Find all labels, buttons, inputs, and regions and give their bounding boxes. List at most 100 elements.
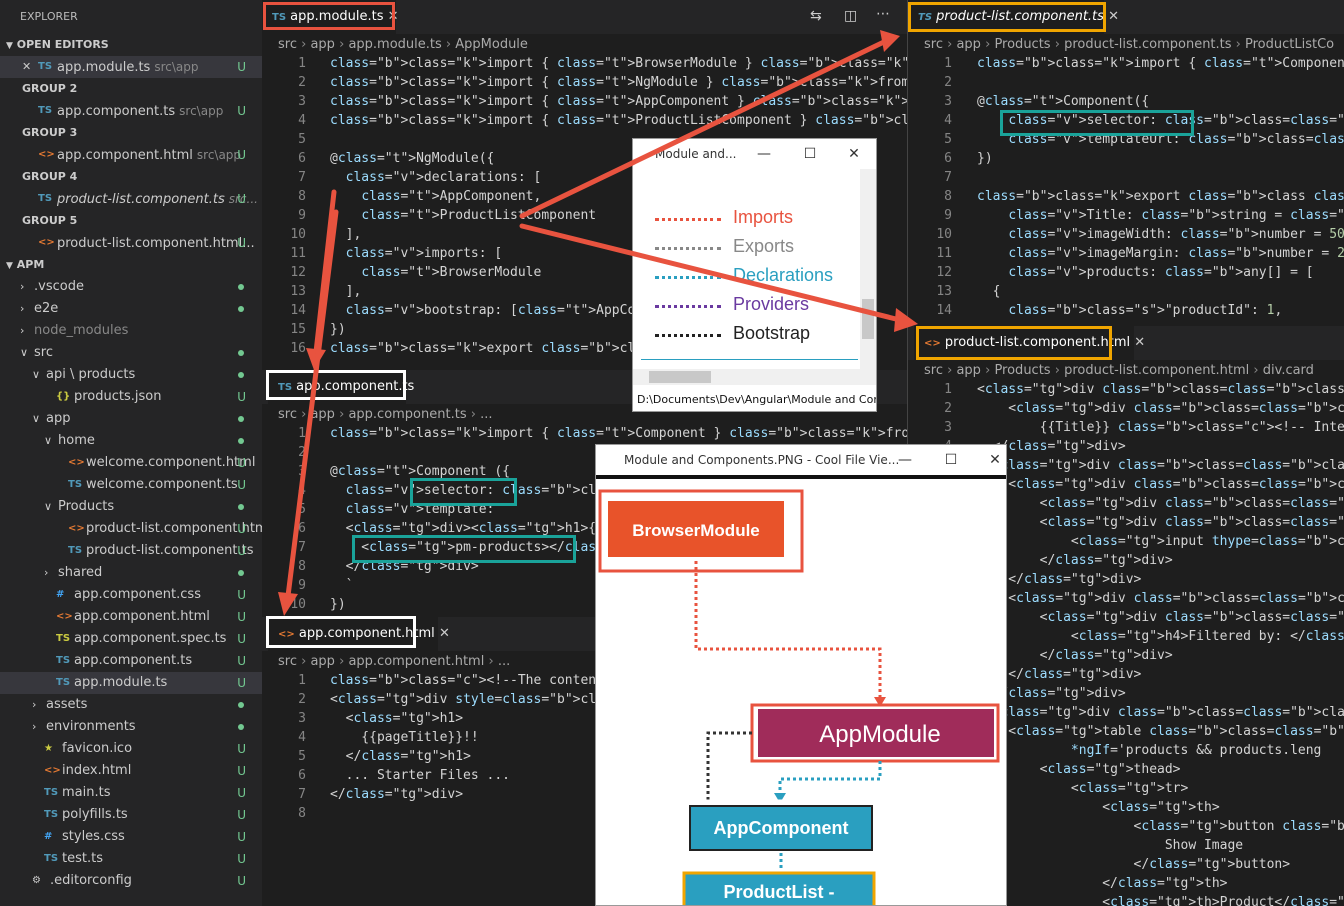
open-editor-item[interactable]: TS app.component.ts src\app U xyxy=(0,100,262,122)
line-number: 6 xyxy=(298,768,306,783)
minimize-button[interactable]: — xyxy=(741,139,787,169)
split-editor-icon[interactable]: ◫ xyxy=(844,8,857,24)
highlight-app-component-tab xyxy=(266,370,406,400)
close-button[interactable]: ✕ xyxy=(831,139,876,169)
file-item[interactable]: # styles.css U xyxy=(0,826,262,848)
folder-item[interactable]: › .vscode xyxy=(0,276,262,298)
breadcrumb-item[interactable]: src xyxy=(278,654,297,669)
code-line: </class="tg">div> xyxy=(330,787,464,802)
breadcrumb-item[interactable]: src xyxy=(278,37,297,52)
file-item[interactable]: TS product-list.component.ts U xyxy=(0,540,262,562)
breadcrumb-item[interactable]: app xyxy=(310,37,334,52)
code-line: class="b">class="k">import { class="t">C… xyxy=(330,426,907,441)
open-editor-item[interactable]: <> app.component.html src\app U xyxy=(0,144,262,166)
compare-icon[interactable]: ⇆ xyxy=(810,8,822,24)
breadcrumb-item[interactable]: Products xyxy=(994,363,1050,378)
breadcrumb-item[interactable]: AppModule xyxy=(455,37,528,52)
highlight-product-list-html-tab xyxy=(916,326,1112,360)
code-line: class="b">class="k">import { class="t">C… xyxy=(977,56,1344,71)
breadcrumb-item[interactable]: src xyxy=(924,363,943,378)
highlight-app-module-tab xyxy=(263,2,395,30)
folder-item[interactable]: › shared xyxy=(0,562,262,584)
file-item[interactable]: TS welcome.component.ts U xyxy=(0,474,262,496)
maximize-button[interactable]: ☐ xyxy=(787,139,833,169)
modified-dot xyxy=(238,306,244,312)
code-line: class="v">imageWidth: class="b">number =… xyxy=(1008,227,1344,242)
breadcrumb-item[interactable]: app.module.ts xyxy=(348,37,441,52)
file-item[interactable]: # app.component.css U xyxy=(0,584,262,606)
breadcrumb-item[interactable]: app xyxy=(310,407,334,422)
line-number: 14 xyxy=(936,303,952,318)
line-number: 1 xyxy=(298,673,306,688)
file-item[interactable]: TS main.ts U xyxy=(0,782,262,804)
minimize-button[interactable]: — xyxy=(882,445,928,475)
code-line: Show Image xyxy=(977,838,1244,853)
breadcrumb-item[interactable]: ... xyxy=(498,654,510,669)
file-item[interactable]: TS test.ts U xyxy=(0,848,262,870)
folder-item[interactable]: › node_modules xyxy=(0,320,262,342)
line-number: 8 xyxy=(944,189,952,204)
code-line: <class="tg">th>Product</class="tg">th> xyxy=(977,895,1344,906)
file-item[interactable]: ⚙ .editorconfig U xyxy=(0,870,262,892)
file-item[interactable]: TS app.module.ts U xyxy=(0,672,262,694)
json-file-icon: {} xyxy=(56,391,71,402)
code-area[interactable]: 1 class="b">class="k">import { class="t">… xyxy=(908,56,1344,326)
folder-item[interactable]: › e2e xyxy=(0,298,262,320)
breadcrumb-item[interactable]: ... xyxy=(480,407,492,422)
open-editor-item[interactable]: <> product-list.component.html... U xyxy=(0,232,262,254)
breadcrumb-item[interactable]: src xyxy=(924,37,943,52)
file-item[interactable]: TS polyfills.ts U xyxy=(0,804,262,826)
line-number: 8 xyxy=(298,559,306,574)
breadcrumb-item[interactable]: app xyxy=(310,654,334,669)
project-section[interactable]: ▼ APM xyxy=(0,254,262,276)
ts-file-icon: TS xyxy=(38,193,53,204)
breadcrumb-item[interactable]: app xyxy=(956,363,980,378)
browsermodule-label: BrowserModule xyxy=(632,521,760,540)
code-line: class="b">class="k">import { class="t">A… xyxy=(330,94,907,109)
folder-item[interactable]: ∨ app xyxy=(0,408,262,430)
code-line: }) xyxy=(977,151,993,166)
folder-item[interactable]: › assets xyxy=(0,694,262,716)
code-line: @class="t">Component ({ xyxy=(330,464,511,479)
folder-item[interactable]: ∨ src xyxy=(0,342,262,364)
untracked-badge: U xyxy=(237,830,246,844)
folder-item[interactable]: ∨ Products xyxy=(0,496,262,518)
modified-dot xyxy=(238,416,244,422)
code-line: *ngIf='products && products.leng xyxy=(1070,743,1322,758)
folder-item[interactable]: ∨ api \ products xyxy=(0,364,262,386)
folder-item[interactable]: ∨ home xyxy=(0,430,262,452)
file-item[interactable]: <> product-list.component.html U xyxy=(0,518,262,540)
breadcrumb-item[interactable]: product-list.component.html xyxy=(1064,363,1249,378)
breadcrumb-item[interactable]: div.card xyxy=(1263,363,1314,378)
breadcrumb-item[interactable]: product-list.component.ts xyxy=(1064,37,1231,52)
breadcrumb-item[interactable]: app.component.html xyxy=(348,654,484,669)
ts-file-icon: TS xyxy=(38,105,53,116)
open-editor-item[interactable]: ✕ TS app.module.ts src\app U xyxy=(0,56,262,78)
diagram-window: Module and Components.PNG - Cool File Vi… xyxy=(595,444,1007,906)
html-file-icon: <> xyxy=(56,611,73,622)
code-line: class="v">imageMargin: class="b">number … xyxy=(1008,246,1344,261)
folder-item[interactable]: › environments xyxy=(0,716,262,738)
breadcrumb-item[interactable]: src xyxy=(278,407,297,422)
chevron-right-icon: › xyxy=(20,302,25,315)
code-line: class="b">class="k">import { class="t">B… xyxy=(330,56,907,71)
file-item[interactable]: TS app.component.ts U xyxy=(0,650,262,672)
file-item[interactable]: TS app.component.spec.ts U xyxy=(0,628,262,650)
breadcrumb-item[interactable]: app.component.ts xyxy=(348,407,466,422)
breadcrumb-item[interactable]: ProductListCo xyxy=(1245,37,1334,52)
open-editors-section[interactable]: ▼ OPEN EDITORS xyxy=(0,34,262,56)
maximize-button[interactable]: ☐ xyxy=(928,445,974,475)
breadcrumb-item[interactable]: app xyxy=(956,37,980,52)
file-item[interactable]: <> welcome.component.html U xyxy=(0,452,262,474)
open-editor-item[interactable]: TS product-list.component.ts src... U xyxy=(0,188,262,210)
breadcrumb-item[interactable]: Products xyxy=(994,37,1050,52)
horizontal-scrollbar[interactable] xyxy=(633,369,876,385)
vertical-scrollbar[interactable] xyxy=(860,169,876,369)
file-item[interactable]: <> app.component.html U xyxy=(0,606,262,628)
legend-item: Exports xyxy=(655,236,794,260)
more-actions-icon[interactable]: ⋯ xyxy=(876,6,890,22)
file-item[interactable]: ★ favicon.ico U xyxy=(0,738,262,760)
file-item[interactable]: <> index.html U xyxy=(0,760,262,782)
close-button[interactable]: ✕ xyxy=(972,445,1006,475)
file-item[interactable]: {} products.json U xyxy=(0,386,262,408)
